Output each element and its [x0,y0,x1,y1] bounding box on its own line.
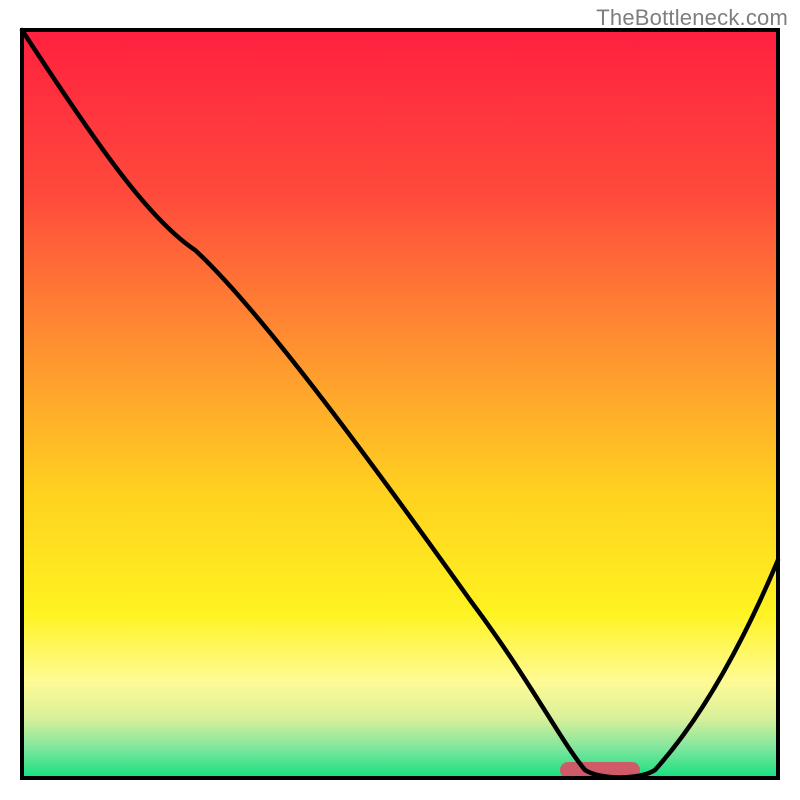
plot-area [22,30,778,778]
gradient-background [22,30,778,778]
chart-canvas [0,0,800,800]
watermark-text: TheBottleneck.com [596,5,788,31]
